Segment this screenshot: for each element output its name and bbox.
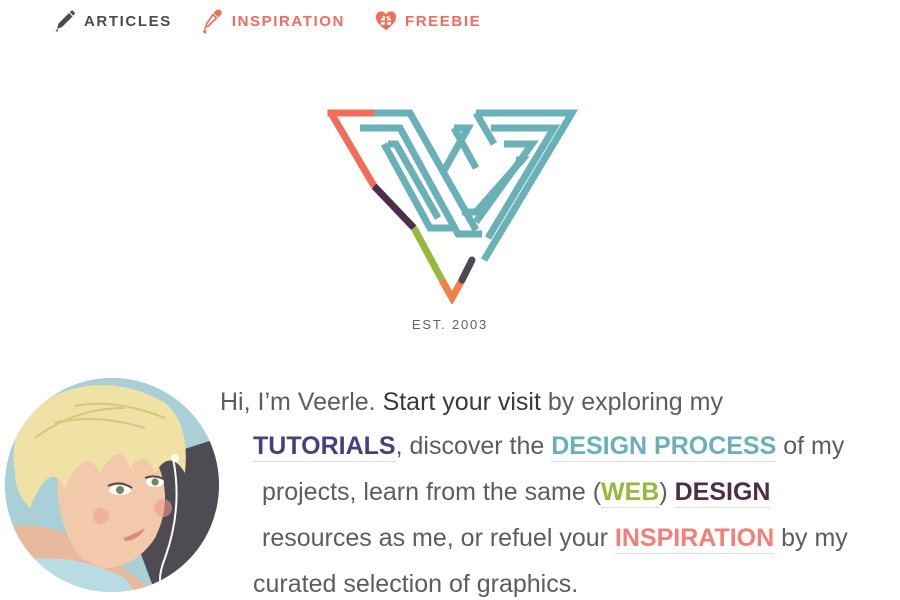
nav-inspiration-label: INSPIRATION xyxy=(231,12,345,30)
intro-text: by my xyxy=(774,524,848,552)
start-visit-text: Start your visit xyxy=(382,388,541,416)
intro-text: projects, learn from the same ( xyxy=(262,478,602,506)
intro-line-2: TUTORIALS, discover the DESIGN PROCESS o… xyxy=(253,432,845,462)
intro-line-3: projects, learn from the same (WEB) DESI… xyxy=(262,478,771,508)
intro-text: ) xyxy=(659,478,675,506)
nav-freebie-label: FREEBIE xyxy=(404,12,482,30)
nav-freebie-link[interactable]: FREEBIE xyxy=(375,8,481,34)
site-logo[interactable] xyxy=(326,108,578,304)
intro-text: , discover the xyxy=(395,432,552,460)
inspiration-link[interactable]: INSPIRATION xyxy=(614,524,775,554)
intro-line-1: Hi, I’m Veerle. Start your visit by expl… xyxy=(220,388,723,417)
intro-text: curated selection of graphics. xyxy=(253,570,579,598)
intro-text: Hi, I’m Veerle. xyxy=(220,388,383,416)
intro-text: of my xyxy=(776,432,845,460)
design-link[interactable]: DESIGN xyxy=(674,478,771,508)
web-link[interactable]: WEB xyxy=(601,478,660,508)
intro-text: by exploring my xyxy=(540,388,723,416)
established-date: EST. 2003 xyxy=(411,317,489,332)
heart-gift-icon xyxy=(375,8,397,34)
intro-line-4: resources as me, or refuel your INSPIRAT… xyxy=(262,524,848,554)
intro-line-5: curated selection of graphics. xyxy=(253,570,578,599)
nav-articles-label: ARTICLES xyxy=(84,12,172,30)
nav-articles-link[interactable]: ARTICLES xyxy=(54,8,172,34)
nav-inspiration-link[interactable]: INSPIRATION xyxy=(202,8,345,34)
intro-text: resources as me, or refuel your xyxy=(262,524,615,552)
eyedropper-icon xyxy=(202,8,224,34)
top-nav: ARTICLES INSPIRATION FREEBIE xyxy=(54,8,511,34)
tutorials-link[interactable]: TUTORIALS xyxy=(253,432,396,462)
avatar xyxy=(5,378,219,592)
design-process-link[interactable]: DESIGN PROCESS xyxy=(551,432,777,462)
pencil-icon xyxy=(54,8,76,34)
